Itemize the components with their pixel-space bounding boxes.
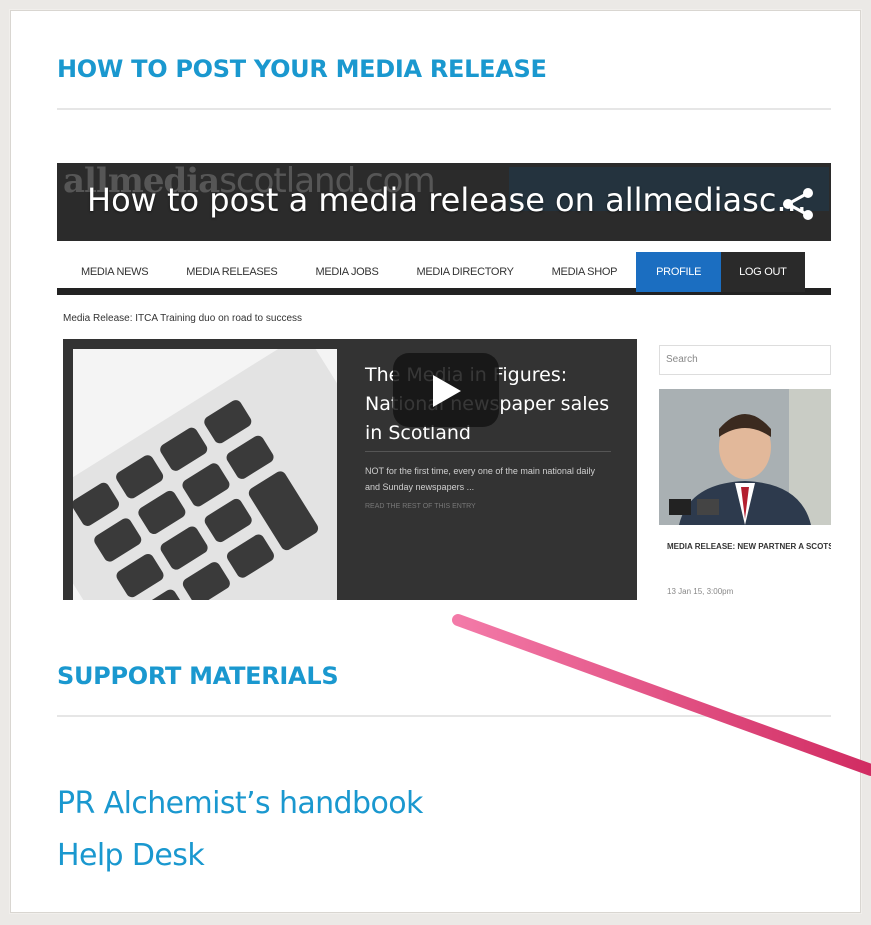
link-help-desk[interactable]: Help Desk — [57, 838, 205, 873]
site-search-input: Search — [659, 345, 831, 375]
nav-media-releases: MEDIA RELEASES — [186, 265, 278, 278]
nav-profile: PROFILE — [636, 251, 722, 292]
play-icon — [433, 375, 461, 407]
nav-log-out: LOG OUT — [721, 251, 805, 292]
featured-excerpt: NOT for the first time, every one of the… — [365, 466, 595, 492]
nav-media-jobs: MEDIA JOBS — [315, 265, 379, 278]
read-more-link: READ THE REST OF THIS ENTRY — [365, 503, 476, 510]
video-title[interactable]: How to post a media release on allmedias… — [87, 181, 807, 219]
nav-media-news: MEDIA NEWS — [81, 265, 149, 278]
pink-arrow-icon — [452, 614, 871, 776]
site-nav: MEDIA NEWS MEDIA RELEASES MEDIA JOBS MED… — [57, 251, 831, 295]
link-pr-alchemist-handbook[interactable]: PR Alchemist’s handbook — [57, 786, 423, 821]
play-button[interactable] — [393, 353, 499, 427]
video-player[interactable]: allmediascotland.com How to post a media… — [57, 163, 831, 600]
calculator-image — [73, 349, 337, 600]
share-icon[interactable] — [779, 185, 817, 223]
featured-article: The Media in Figures: National newspaper… — [63, 339, 637, 600]
breadcrumb: Media Release: ITCA Training duo on road… — [63, 313, 303, 324]
divider — [365, 451, 611, 452]
sidebar-date: 13 Jan 15, 3:00pm — [667, 587, 734, 596]
nav-media-directory: MEDIA DIRECTORY — [416, 265, 514, 278]
section-title-how-to-post: HOW TO POST YOUR MEDIA RELEASE — [57, 55, 547, 83]
divider — [57, 108, 831, 110]
sidebar-caption: MEDIA RELEASE: NEW PARTNER A SCOTS START… — [667, 542, 831, 551]
nav-media-shop: MEDIA SHOP — [551, 265, 618, 278]
video-title-bar: allmediascotland.com How to post a media… — [57, 163, 831, 241]
section-title-support: SUPPORT MATERIALS — [57, 662, 339, 690]
person-photo — [659, 389, 831, 525]
